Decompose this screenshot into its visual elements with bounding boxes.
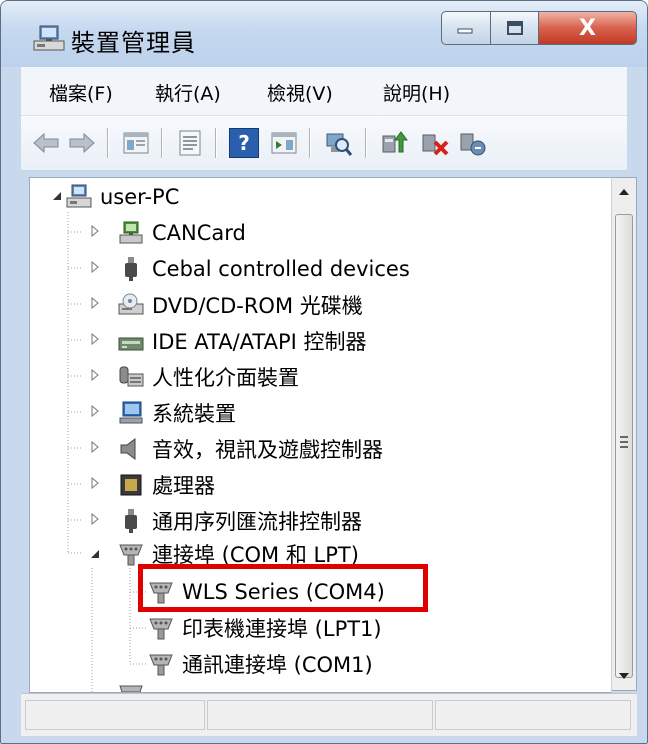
tree-item-label: 人性化介面裝置 (152, 366, 299, 390)
hid-device-icon (119, 366, 144, 387)
status-pane (435, 700, 631, 730)
tree-item-label: 通訊連接埠 (COM1) (182, 653, 373, 677)
tree-item-system-devices[interactable]: 系統裝置 (118, 396, 236, 430)
help-icon[interactable]: ? (229, 128, 259, 158)
network-card-icon (119, 221, 143, 244)
device-manager-window: 裝置管理員 X 檔案(F) 執行(A) 檢視(V) 說明(H) ? user-P… (0, 0, 648, 744)
properties-icon[interactable] (175, 128, 205, 158)
processor-icon (120, 474, 142, 496)
tree-item-label: user-PC (100, 185, 180, 209)
back-arrow-icon[interactable] (31, 128, 61, 158)
tree-item-sound-video-game[interactable]: 音效，視訊及遊戲控制器 (118, 432, 383, 466)
tree-item-label: 印表機連接埠 (LPT1) (182, 617, 382, 641)
disable-device-icon[interactable] (419, 128, 449, 158)
scan-hardware-icon[interactable] (323, 128, 353, 158)
scroll-thumb[interactable] (615, 214, 633, 678)
port-connector-icon (149, 654, 173, 676)
tree-item-label: 通用序列匯流排控制器 (152, 510, 362, 534)
scroll-up-button[interactable] (612, 178, 636, 206)
menu-bar: 檔案(F) 執行(A) 檢視(V) 說明(H) (21, 67, 627, 116)
toolbar: ? (21, 116, 627, 171)
toolbar-separator (161, 128, 163, 158)
update-driver-icon[interactable] (379, 128, 409, 158)
expand-arrow-icon[interactable] (90, 261, 100, 273)
tree-item-label: Cebal controlled devices (152, 257, 410, 281)
status-pane (25, 700, 205, 730)
tree-item-usb-controllers[interactable]: 通用序列匯流排控制器 (118, 504, 362, 538)
collapse-arrow-icon[interactable] (52, 190, 62, 202)
device-manager-icon (33, 25, 65, 51)
maximize-button[interactable] (491, 11, 539, 45)
expand-arrow-icon[interactable] (90, 225, 100, 237)
close-icon: X (579, 15, 596, 41)
expand-arrow-icon[interactable] (90, 333, 100, 345)
minimize-icon (457, 28, 473, 34)
speaker-icon (120, 438, 136, 460)
tree-item-comm-port-com1[interactable]: 通訊連接埠 (COM1) (148, 647, 373, 681)
usb-plug-icon (125, 257, 137, 281)
tree-item-printer-port-lpt1[interactable]: 印表機連接埠 (LPT1) (148, 611, 382, 645)
close-button[interactable]: X (539, 11, 637, 45)
title-bar[interactable]: 裝置管理員 X (1, 1, 647, 67)
menu-file[interactable]: 檔案(F) (49, 79, 113, 106)
system-device-icon (119, 401, 143, 424)
device-tree: user-PC CANCard Cebal controlled devices (29, 177, 612, 693)
tree-item-label: 音效，視訊及遊戲控制器 (152, 438, 383, 462)
ide-controller-icon (118, 337, 144, 351)
tree-item-cancard[interactable]: CANCard (118, 216, 246, 250)
port-connector-icon (119, 685, 143, 692)
highlight-box (138, 564, 428, 612)
menu-action[interactable]: 執行(A) (155, 79, 221, 106)
uninstall-device-icon[interactable] (457, 128, 487, 158)
tree-item-label: IDE ATA/ATAPI 控制器 (152, 330, 367, 354)
action-pane-icon[interactable] (269, 128, 299, 158)
forward-arrow-icon[interactable] (67, 128, 97, 158)
minimize-button[interactable] (441, 11, 491, 45)
window-controls: X (441, 11, 637, 47)
tree-item-cebal-controlled-devices[interactable]: Cebal controlled devices (118, 252, 410, 286)
scroll-down-arrow-icon (619, 673, 629, 679)
tree-item-ide-ata-atapi[interactable]: IDE ATA/ATAPI 控制器 (118, 324, 367, 358)
status-pane (207, 700, 433, 730)
status-bar (21, 693, 637, 736)
scroll-grip-icon (620, 436, 628, 448)
toolbar-separator (309, 128, 311, 158)
expand-arrow-icon[interactable] (90, 405, 100, 417)
vertical-scrollbar[interactable] (611, 177, 637, 691)
tree-item-dvd-cd-rom[interactable]: DVD/CD-ROM 光碟機 (118, 288, 363, 322)
tree-item-label: DVD/CD-ROM 光碟機 (152, 294, 363, 318)
tree-item-label: 處理器 (152, 474, 215, 498)
menu-help[interactable]: 說明(H) (383, 79, 450, 106)
tree-item-label: 系統裝置 (152, 402, 236, 426)
usb-plug-icon (125, 509, 137, 533)
optical-drive-icon (118, 293, 144, 315)
expand-arrow-icon[interactable] (90, 441, 100, 453)
tree-item-label: CANCard (152, 221, 246, 245)
toolbar-separator (215, 128, 217, 158)
expand-arrow-icon[interactable] (90, 369, 100, 381)
toolbar-separator (365, 128, 367, 158)
tree-item-hid[interactable]: 人性化介面裝置 (118, 360, 299, 394)
expand-arrow-icon[interactable] (90, 513, 100, 525)
collapse-arrow-icon[interactable] (90, 548, 100, 560)
menu-view[interactable]: 檢視(V) (267, 79, 333, 106)
console-tree-icon[interactable] (121, 128, 151, 158)
tree-root-user-pc[interactable]: user-PC (66, 180, 179, 214)
expand-arrow-icon[interactable] (90, 477, 100, 489)
window-title: 裝置管理員 (71, 29, 196, 57)
tree-item-processors[interactable]: 處理器 (118, 468, 215, 502)
scroll-down-button[interactable] (612, 662, 636, 690)
scroll-up-arrow-icon (619, 189, 629, 195)
toolbar-separator (107, 128, 109, 158)
maximize-icon (506, 21, 523, 35)
port-connector-icon (149, 618, 173, 640)
computer-icon (66, 184, 92, 208)
expand-arrow-icon[interactable] (90, 297, 100, 309)
